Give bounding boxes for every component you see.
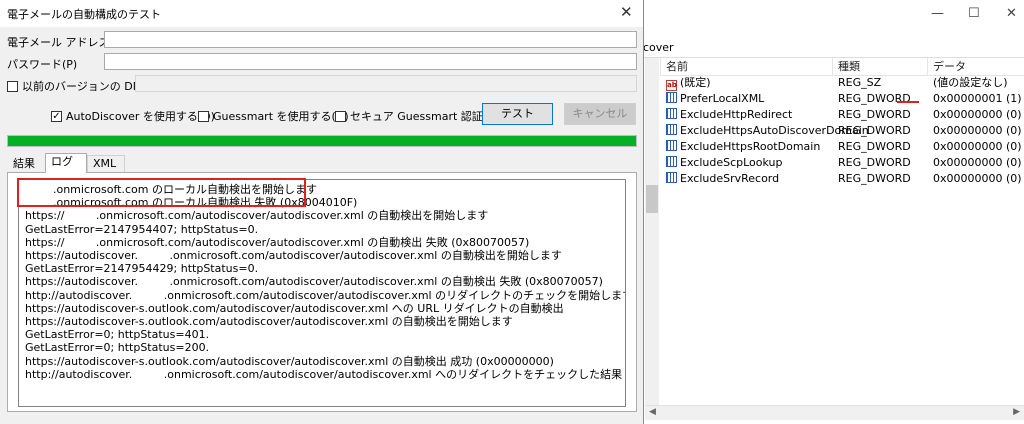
string-value-icon: ab <box>666 80 677 91</box>
guessmart-label: Guessmart を使用する(G) <box>213 110 349 123</box>
value-data: 0x00000000 (0) <box>933 124 1022 137</box>
value-name: PreferLocalXML <box>680 92 765 105</box>
value-name: ExcludeHttpRedirect <box>680 108 793 121</box>
progress-bar <box>7 135 637 147</box>
tree-scrollbar[interactable] <box>645 58 659 413</box>
tab-xml[interactable]: XML <box>87 155 125 172</box>
password-field[interactable] <box>104 53 637 70</box>
log-line: GetLastError=0; httpStatus=200. <box>25 341 210 355</box>
guessmart-checkbox[interactable]: Guessmart を使用する(G) <box>198 108 349 124</box>
value-data: 0x00000000 (0) <box>933 140 1022 153</box>
log-line: https://autodiscover-s.outlook.com/autod… <box>25 354 554 368</box>
value-name: ExcludeScpLookup <box>680 156 783 169</box>
dialog-titlebar: 電子メールの自動構成のテスト ✕ <box>0 0 643 27</box>
log-textbox[interactable]: .onmicrosoft.com のローカル自動検出を開始します .onmicr… <box>18 179 626 407</box>
binary-value-icon <box>666 92 677 103</box>
scroll-right-icon[interactable]: ▶ <box>1013 407 1020 417</box>
binary-value-icon <box>666 108 677 119</box>
minimize-button[interactable]: — <box>931 6 944 21</box>
red-underline-annotation <box>897 101 919 103</box>
value-type: REG_DWORD <box>838 172 911 185</box>
registry-value-row[interactable]: ExcludeSrvRecord REG_DWORD 0x00000000 (0… <box>660 171 1024 187</box>
column-type[interactable]: 種類 <box>832 58 860 75</box>
log-line: http://autodiscover. .onmicrosoft.com/au… <box>25 288 626 302</box>
email-field[interactable] <box>104 31 637 48</box>
log-line: https://autodiscover-s.outlook.com/autod… <box>25 301 564 315</box>
log-line: https://autodiscover-s.outlook.com/autod… <box>25 315 513 329</box>
value-data: 0x00000000 (0) <box>933 108 1022 121</box>
autoconfig-test-dialog: 電子メールの自動構成のテスト ✕ 電子メール アドレス(E) パスワード(P) … <box>0 0 644 424</box>
registry-value-row[interactable]: ExcludeScpLookup REG_DWORD 0x00000000 (0… <box>660 155 1024 171</box>
value-data: (値の設定なし) <box>933 76 1008 89</box>
checkbox-box[interactable] <box>198 110 209 122</box>
registry-value-row[interactable]: ExcludeHttpsAutoDiscoverDomain REG_DWORD… <box>660 123 1024 139</box>
registry-value-row[interactable]: ExcludeHttpsRootDomain REG_DWORD 0x00000… <box>660 139 1024 155</box>
tab-results[interactable]: 結果 <box>7 155 45 172</box>
value-type: REG_DWORD <box>838 156 911 169</box>
values-header: 名前 種類 データ <box>660 58 1024 76</box>
close-button[interactable]: ✕ <box>1006 6 1017 21</box>
log-line: https://autodiscover. .onmicrosoft.com/a… <box>25 275 603 289</box>
column-data[interactable]: データ <box>927 58 966 75</box>
log-line: GetLastError=2147954407; httpStatus=0. <box>25 222 259 236</box>
value-name: ExcludeHttpsRootDomain <box>680 140 821 153</box>
value-data: 0x00000000 (0) <box>933 156 1022 169</box>
legacy-dn-checkbox[interactable]: 以前のバージョンの DN(L) <box>7 78 156 94</box>
value-data: 0x00000001 (1) <box>933 92 1022 105</box>
log-line: GetLastError=0; httpStatus=401. <box>25 328 210 342</box>
binary-value-icon <box>666 156 677 167</box>
legacy-dn-field <box>135 75 637 92</box>
registry-value-row[interactable]: ab (既定) REG_SZ (値の設定なし) <box>660 75 1024 91</box>
value-name: (既定) <box>680 76 711 89</box>
value-type: REG_DWORD <box>838 140 911 153</box>
binary-value-icon <box>666 172 677 183</box>
tab-log[interactable]: ログ <box>45 153 87 173</box>
autodiscover-checkbox[interactable]: ✓ AutoDiscover を使用する(D) <box>51 108 215 124</box>
value-type: REG_SZ <box>838 76 882 89</box>
log-line: http://autodiscover. .onmicrosoft.com/au… <box>25 367 623 381</box>
log-lines: .onmicrosoft.com のローカル自動検出を開始します .onmicr… <box>25 183 626 381</box>
password-label: パスワード(P) <box>7 58 78 71</box>
log-line: https:// .onmicrosoft.com/autodiscover/a… <box>25 209 489 223</box>
test-button[interactable]: テスト <box>482 103 553 125</box>
scroll-left-icon[interactable]: ◀ <box>649 407 656 417</box>
checkbox-box[interactable] <box>335 110 346 122</box>
close-icon[interactable]: ✕ <box>620 3 633 21</box>
address-bar[interactable]: cover <box>643 39 1024 58</box>
log-line: GetLastError=2147954429; httpStatus=0. <box>25 262 259 276</box>
autodiscover-label: AutoDiscover を使用する(D) <box>66 110 215 123</box>
value-type: REG_DWORD <box>838 108 911 121</box>
secure-guessmart-label: セキュア Guessmart 認証(S) <box>350 110 499 123</box>
value-type: REG_DWORD <box>838 124 911 137</box>
tree-scrollbar-thumb[interactable] <box>646 185 658 213</box>
column-name[interactable]: 名前 <box>660 58 688 75</box>
value-data: 0x00000000 (0) <box>933 172 1022 185</box>
binary-value-icon <box>666 140 677 151</box>
log-line: https://autodiscover. .onmicrosoft.com/a… <box>25 249 562 263</box>
dialog-title: 電子メールの自動構成のテスト <box>7 8 161 21</box>
horizontal-scrollbar[interactable]: ◀ ▶ <box>645 405 1024 420</box>
address-text: cover <box>643 41 674 54</box>
secure-guessmart-checkbox[interactable]: セキュア Guessmart 認証(S) <box>335 108 498 124</box>
cancel-button[interactable]: キャンセル <box>564 103 636 125</box>
red-highlight-box <box>17 178 306 207</box>
log-line: https:// .onmicrosoft.com/autodiscover/a… <box>25 235 530 249</box>
tab-panel: .onmicrosoft.com のローカル自動検出を開始します .onmicr… <box>7 172 637 412</box>
progress-fill <box>8 136 636 146</box>
check-icon[interactable]: ✓ <box>51 110 62 122</box>
value-name: ExcludeSrvRecord <box>680 172 780 185</box>
maximize-button[interactable]: ☐ <box>968 6 980 21</box>
registry-value-row[interactable]: PreferLocalXML REG_DWORD 0x00000001 (1) <box>660 91 1024 107</box>
value-type: REG_DWORD <box>838 92 911 105</box>
checkbox-box[interactable] <box>7 80 18 92</box>
binary-value-icon <box>666 124 677 135</box>
registry-value-row[interactable]: ExcludeHttpRedirect REG_DWORD 0x00000000… <box>660 107 1024 123</box>
